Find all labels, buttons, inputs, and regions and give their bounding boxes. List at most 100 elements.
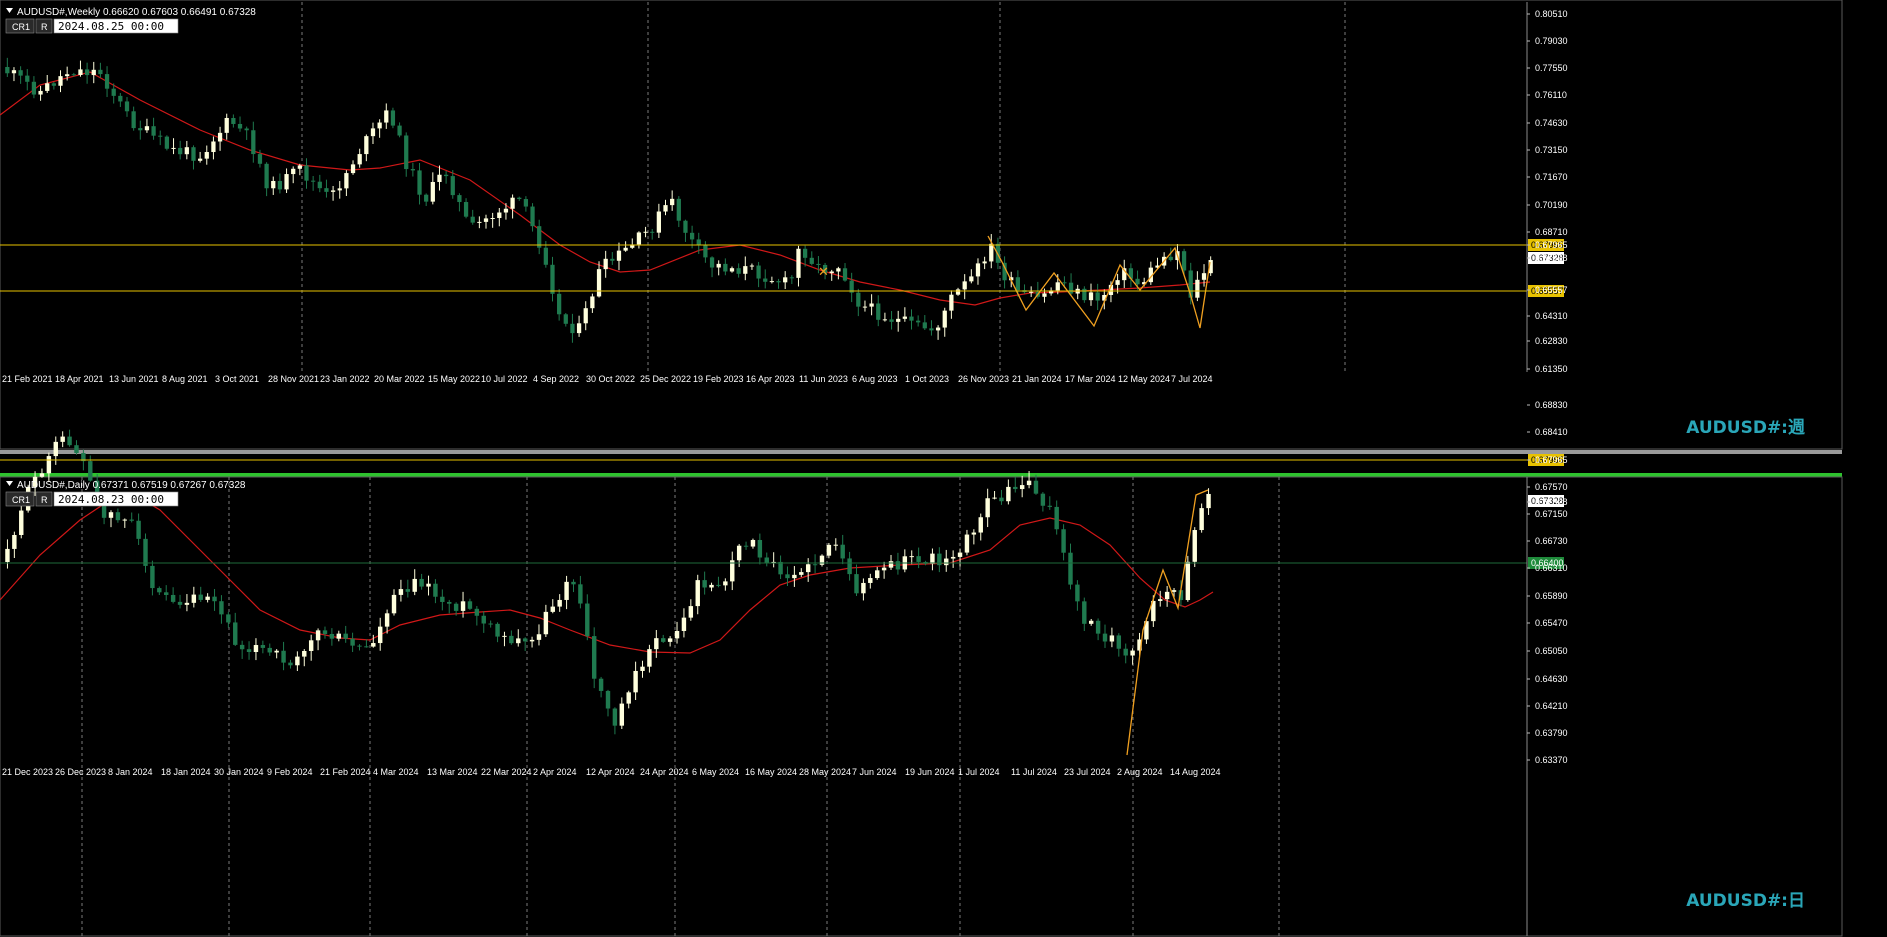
candle-body [211, 141, 216, 153]
candle-body [833, 544, 839, 546]
candle-body [205, 596, 210, 600]
date-tick-label: 18 Apr 2021 [55, 374, 104, 384]
candle-body [902, 316, 907, 319]
candle-body [1171, 590, 1177, 592]
date-tick-label: 14 Aug 2024 [1170, 767, 1221, 777]
candle-body [1109, 635, 1115, 642]
date-tick-label: 6 May 2024 [692, 767, 739, 777]
candle-body [764, 557, 769, 563]
candle-body [656, 211, 661, 233]
candle-body [716, 584, 721, 586]
candle-body [550, 606, 555, 612]
weekly-time-axis: 21 Feb 2021 18 Apr 2021 13 Jun 2021 8 Aug 2… [2, 374, 1213, 384]
candle-body [640, 666, 645, 671]
weekly-chart-panel[interactable]: 0.67965 0.67328 0.65557 ✕ 0.80510 0.79030 0.7… [0, 0, 1843, 450]
panel-splitter[interactable] [0, 450, 1842, 454]
candle-body [709, 257, 715, 268]
candle-body [802, 248, 808, 258]
candle-body [709, 584, 714, 588]
candle-body [1062, 282, 1067, 284]
candle-body [443, 174, 449, 177]
candle-body [1006, 486, 1011, 502]
candle-body [650, 231, 655, 233]
candle-body [370, 128, 376, 137]
candle-body [158, 135, 163, 137]
candle-body [477, 221, 482, 223]
candle-body [198, 594, 203, 600]
daily-chart-panel[interactable]: 0.679650.673280.66400 0.688300.684100.67… [0, 400, 1843, 937]
candle-body [177, 601, 183, 605]
candle-body [975, 263, 981, 277]
candle-body [18, 70, 23, 76]
candle-body [882, 319, 888, 321]
candle-body [563, 314, 568, 324]
candle-body [412, 578, 417, 592]
candle-body [663, 205, 668, 212]
candle-body [224, 117, 229, 133]
candle-body [1019, 485, 1025, 490]
candle-body [129, 519, 134, 521]
candle-body [743, 545, 749, 547]
candle-body [71, 74, 76, 76]
candle-body [104, 74, 110, 89]
date-tick-label: 26 Dec 2023 [55, 767, 106, 777]
candle-body [964, 534, 970, 553]
candle-body [251, 130, 256, 155]
date-tick-label: 8 Aug 2021 [162, 374, 208, 384]
candle-body [1201, 273, 1207, 280]
candle-body [557, 293, 562, 315]
candle-body [226, 614, 231, 623]
candle-body [695, 580, 700, 607]
candle-body [483, 218, 489, 222]
date-tick-label: 21 Jan 2024 [1012, 374, 1062, 384]
candle-body [950, 556, 956, 559]
date-tick-label: 30 Oct 2022 [586, 374, 635, 384]
candle-body [463, 202, 469, 217]
candle-body [982, 261, 987, 264]
candle-body [591, 636, 597, 679]
price-tick-label: 0.66730 [1535, 536, 1568, 546]
price-tick-label: 0.68710 [1535, 227, 1568, 237]
candle-body [244, 128, 249, 131]
candle-body [949, 294, 954, 311]
candle-body [58, 76, 63, 86]
candle-body [571, 581, 576, 585]
candle-body [989, 243, 994, 262]
date-tick-label: 26 Nov 2023 [958, 374, 1009, 384]
candle-body [371, 643, 376, 647]
date-tick-label: 3 Oct 2021 [215, 374, 259, 384]
date-tick-label: 21 Dec 2023 [2, 767, 53, 777]
price-tick-label: 0.67328 [1535, 253, 1568, 263]
candle-body [716, 263, 721, 268]
price-tick-label: 0.74630 [1535, 118, 1568, 128]
date-tick-label: 13 Jun 2021 [109, 374, 159, 384]
candle-body [888, 561, 894, 568]
candle-body [108, 512, 114, 518]
candle-body [550, 264, 555, 294]
daily-header: AUDUSD#,Daily 0.67371 0.67519 0.67267 0.… [17, 480, 246, 491]
candle-body [922, 322, 927, 329]
candle-body [598, 678, 604, 691]
candle-body [809, 257, 814, 264]
candle-body [311, 180, 316, 182]
candle-body [60, 436, 65, 442]
price-tick-label: 0.64310 [1535, 311, 1568, 321]
candle-body [212, 596, 217, 602]
candle-body [467, 601, 473, 609]
date-tick-label: 2 Aug 2024 [1117, 767, 1163, 777]
candle-body [783, 277, 788, 283]
price-tick-label: 0.80510 [1535, 9, 1568, 19]
candle-body [955, 289, 961, 295]
candle-body [935, 327, 941, 331]
candle-body [1055, 282, 1060, 291]
candle-body [384, 110, 389, 123]
candle-body [723, 581, 728, 586]
candle-body [1068, 552, 1073, 585]
weekly-cr-label: CR1 [12, 22, 30, 32]
candle-body [536, 634, 542, 640]
candle-body [391, 594, 397, 614]
candle-body [583, 308, 588, 324]
date-tick-label: 24 Apr 2024 [640, 767, 689, 777]
candle-body [792, 574, 797, 579]
candle-body [302, 650, 307, 657]
